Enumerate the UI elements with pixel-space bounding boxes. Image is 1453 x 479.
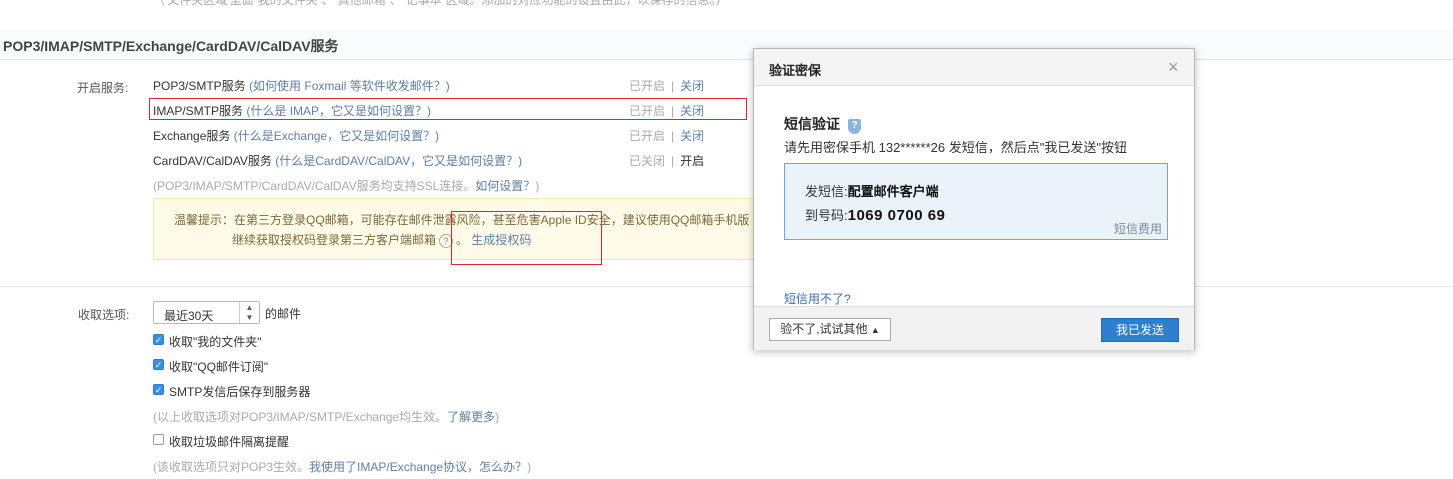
service-pop3-row: POP3/SMTP服务 (如何使用 Foxmail 等软件收发邮件？) xyxy=(153,77,450,94)
service-exchange-row: Exchange服务 (什么是Exchange，它又是如何设置？) xyxy=(153,127,439,144)
service-pop3-toggle[interactable]: 关闭 xyxy=(680,79,704,93)
fetch-range-suffix: 的邮件 xyxy=(265,307,302,321)
tips-line-2-text: 继续获取授权码登录第三方客户端邮箱 xyxy=(232,233,437,247)
auth-code-highlight-box xyxy=(451,211,602,265)
fetch-note-2-end: ) xyxy=(527,460,532,474)
service-exchange-state: 已开启 xyxy=(629,129,666,143)
fetch-options-label: 收取选项: xyxy=(78,308,130,322)
imap-exchange-help-link[interactable]: 我使用了IMAP/Exchange协议，怎么办？ xyxy=(309,460,527,474)
sms-content-line: 发短信:配置邮件客户端 xyxy=(805,181,939,200)
service-caldav-state: 已关闭 xyxy=(629,154,666,168)
sms-number-line: 到号码:1069 0700 69 xyxy=(805,205,945,224)
service-pop3-state: 已开启 xyxy=(629,79,666,93)
shield-icon: ? xyxy=(848,119,861,134)
services-label: 开启服务: xyxy=(77,81,129,95)
imap-highlight-box xyxy=(149,98,747,120)
sms-content-label: 发短信: xyxy=(805,184,848,199)
service-caldav-row: CardDAV/CalDAV服务 (什么是CardDAV/CalDAV，它又是如… xyxy=(153,152,522,169)
learn-more-link[interactable]: 了解更多 xyxy=(447,410,495,424)
checkbox-my-folders-label: 收取"我的文件夹" xyxy=(169,335,262,349)
section-title: POP3/IMAP/SMTP/Exchange/CardDAV/CalDAV服务 xyxy=(3,38,339,54)
sms-unavailable-link[interactable]: 短信用不了? xyxy=(784,290,851,307)
section-divider xyxy=(0,286,1453,287)
ssl-note: (POP3/IMAP/SMTP/CardDAV/CalDAV服务均支持SSL连接… xyxy=(153,177,539,194)
sms-content-value: 配置邮件客户端 xyxy=(847,184,939,199)
ssl-note-text: (POP3/IMAP/SMTP/CardDAV/CalDAV服务均支持SSL连接… xyxy=(153,179,476,193)
i-have-sent-button[interactable]: 我已发送 xyxy=(1101,318,1179,342)
service-pop3-status: 已开启 | 关闭 xyxy=(629,79,705,93)
sms-verify-heading-text: 短信验证 xyxy=(784,116,840,132)
try-other-method-button[interactable]: 验不了,试试其他 ▲ xyxy=(769,318,891,341)
close-icon[interactable]: × xyxy=(1168,57,1179,78)
checkbox-spam-alert[interactable] xyxy=(153,434,164,445)
service-caldav-toggle[interactable]: 开启 xyxy=(680,154,704,168)
service-pop3-name: POP3/SMTP服务 xyxy=(153,79,246,93)
sms-instruction: 请先用密保手机 132******26 发短信，然后点"我已发送"按钮 xyxy=(784,140,1127,155)
ssl-howto-link[interactable]: 如何设置？ xyxy=(475,179,535,193)
ssl-note-end: ) xyxy=(535,179,540,193)
sms-fee-link[interactable]: 短信费用 xyxy=(1114,220,1162,237)
sms-number-label: 到号码: xyxy=(805,208,848,223)
service-exchange-status: 已开启 | 关闭 xyxy=(629,129,705,143)
fetch-note-1-text: (以上收取选项对POP3/IMAP/SMTP/Exchange均生效。 xyxy=(153,410,448,424)
dialog-title: 验证密保 xyxy=(769,63,822,78)
fetch-range-select[interactable]: 最近30天 ▲ ▼ xyxy=(153,301,260,324)
verify-security-dialog: 验证密保 × 短信验证? 请先用密保手机 132******26 发短信，然后点… xyxy=(753,48,1195,350)
fetch-note-2: (该收取选项只对POP3生效。我使用了IMAP/Exchange协议，怎么办？) xyxy=(153,458,531,475)
service-exchange-name: Exchange服务 xyxy=(153,129,231,143)
dialog-footer: 验不了,试试其他 ▲ 我已发送 xyxy=(754,306,1194,350)
sms-details-box: 发短信:配置邮件客户端 到号码:1069 0700 69 短信费用 xyxy=(784,163,1168,240)
checkbox-qq-subscription-label: 收取"QQ邮件订阅" xyxy=(169,360,269,374)
checkbox-spam-alert-label: 收取垃圾邮件隔离提醒 xyxy=(169,435,290,449)
try-other-method-label: 验不了,试试其他 xyxy=(780,322,868,336)
fetch-note-2-text: (该收取选项只对POP3生效。 xyxy=(153,460,310,474)
sms-verify-heading: 短信验证? xyxy=(784,114,861,134)
stepper-arrows-icon[interactable]: ▲ ▼ xyxy=(239,302,259,323)
caret-up-icon: ▲ xyxy=(870,325,880,335)
fetch-note-1: (以上收取选项对POP3/IMAP/SMTP/Exchange均生效。了解更多) xyxy=(153,408,499,425)
service-caldav-help-link[interactable]: (什么是CardDAV/CalDAV，它又是如何设置？) xyxy=(275,154,522,168)
checkbox-my-folders[interactable]: ✓ xyxy=(153,334,164,345)
checkbox-smtp-save-label: SMTP发信后保存到服务器 xyxy=(169,385,311,399)
service-exchange-help-link[interactable]: (什么是Exchange，它又是如何设置？) xyxy=(234,129,439,143)
checkbox-qq-subscription[interactable]: ✓ xyxy=(153,359,164,370)
service-exchange-toggle[interactable]: 关闭 xyxy=(680,129,704,143)
fetch-range-value: 最近30天 xyxy=(164,309,214,323)
sms-number-value: 1069 0700 69 xyxy=(847,207,946,224)
checkbox-smtp-save[interactable]: ✓ xyxy=(153,384,164,395)
fetch-note-1-end: ) xyxy=(495,410,500,424)
truncated-top-note: （'文件夹区域'里面“我的文件夹”、“其他邮箱”、“记事本”区域。添加的对应功能… xyxy=(153,0,728,7)
service-pop3-help-link[interactable]: (如何使用 Foxmail 等软件收发邮件？) xyxy=(249,79,450,93)
service-caldav-name: CardDAV/CalDAV服务 xyxy=(153,154,272,168)
service-caldav-status: 已关闭 | 开启 xyxy=(629,154,705,168)
